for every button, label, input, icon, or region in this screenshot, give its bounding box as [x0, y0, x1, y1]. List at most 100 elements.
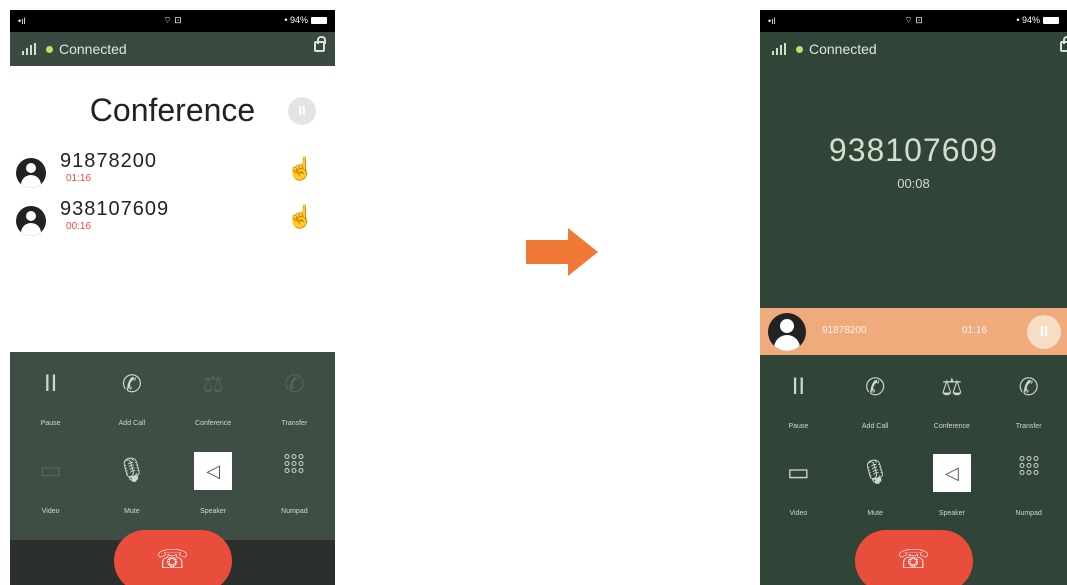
- battery-level: • 94%: [284, 15, 308, 25]
- resume-call-button[interactable]: II: [1027, 315, 1061, 349]
- microphone-muted-icon: 🎙: [116, 457, 148, 484]
- participant-duration: 01:16: [66, 173, 92, 184]
- speaker-button[interactable]: ◁ Speaker: [914, 448, 991, 541]
- button-label: Numpad: [281, 508, 308, 515]
- conference-button[interactable]: ⚖ Conference: [914, 355, 991, 448]
- wifi-icon: ⌔ ⊡: [904, 15, 923, 25]
- transfer-button[interactable]: ✆ Transfer: [990, 355, 1067, 448]
- hand-icon[interactable]: ☝: [287, 156, 314, 182]
- button-label: Add Call: [118, 420, 146, 427]
- battery-icon: [1043, 16, 1059, 24]
- avatar-icon: [16, 206, 46, 236]
- mute-button[interactable]: 🎙 Mute: [91, 446, 172, 540]
- speaker-button[interactable]: ◁ Speaker: [173, 446, 254, 540]
- button-label: Video: [41, 508, 60, 515]
- signal-icon: •ıl: [768, 16, 776, 26]
- numpad-button[interactable]: Numpad: [990, 448, 1067, 541]
- participant-duration: 00:16: [66, 221, 92, 232]
- hand-icon[interactable]: ☝: [287, 204, 314, 230]
- status-bar: •ıl ⌔ ⊡ • 94%: [10, 10, 335, 32]
- video-button[interactable]: ▭ Video: [760, 448, 837, 541]
- held-call-duration: 01:16: [962, 325, 988, 336]
- connection-status: Connected: [809, 41, 877, 57]
- active-call-screen: •ıl ⌔ ⊡ • 94% Connected 938107609 00:08 …: [760, 10, 1067, 585]
- transfer-icon: ✆: [1018, 374, 1039, 401]
- video-icon: ▭: [787, 458, 810, 486]
- arrow-right-icon: [526, 228, 598, 276]
- keypad-icon: [284, 454, 304, 473]
- button-label: Speaker: [938, 509, 965, 517]
- end-call-bar: ☏: [760, 530, 1067, 585]
- pause-icon: II: [43, 370, 58, 397]
- conference-screen: •ıl ⌔ ⊡ • 94% Connected Conference II 91…: [10, 10, 335, 585]
- button-label: Speaker: [200, 508, 227, 515]
- pause-conference-button[interactable]: II: [288, 97, 316, 125]
- button-label: Transfer: [281, 420, 308, 427]
- status-bar: •ıl ⌔ ⊡ • 94%: [760, 10, 1067, 32]
- hang-up-icon: ☏: [897, 544, 930, 574]
- button-label: Video: [789, 509, 808, 517]
- button-label: Conference: [933, 423, 970, 430]
- numpad-button[interactable]: Numpad: [254, 446, 335, 540]
- wifi-icon: ⌔ ⊡: [163, 15, 182, 25]
- speaker-icon: ◁: [194, 452, 233, 490]
- button-label: Conference: [195, 420, 232, 427]
- mute-button[interactable]: 🎙 Mute: [837, 448, 914, 541]
- transfer-icon: ✆: [284, 371, 305, 398]
- participant-number: 91878200: [60, 150, 157, 172]
- button-label: Pause: [788, 423, 809, 430]
- button-label: Mute: [867, 509, 883, 517]
- end-call-bar: ☏: [10, 530, 335, 585]
- call-duration: 00:08: [897, 176, 930, 191]
- page-title: Conference: [89, 92, 256, 128]
- add-call-icon: ✆: [865, 374, 886, 401]
- avatar-icon: [16, 158, 46, 188]
- connection-status: Connected: [59, 41, 127, 57]
- button-label: Pause: [40, 420, 61, 427]
- button-label: Numpad: [1015, 509, 1042, 517]
- pause-button[interactable]: II Pause: [760, 355, 837, 448]
- signal-strength-icon: [22, 43, 36, 55]
- avatar-icon: [768, 313, 806, 351]
- add-call-button[interactable]: ✆ Add Call: [837, 355, 914, 448]
- video-button[interactable]: ▭ Video: [10, 446, 91, 540]
- hang-up-icon: ☏: [156, 544, 189, 574]
- hang-up-button[interactable]: ☏: [113, 530, 232, 585]
- video-icon: ▭: [39, 457, 62, 484]
- connected-dot-icon: [46, 45, 53, 53]
- transfer-button[interactable]: ✆ Transfer: [254, 352, 335, 446]
- battery-indicator: • 94%: [284, 15, 327, 25]
- hang-up-button[interactable]: ☏: [854, 530, 973, 585]
- call-controls: II Pause ✆ Add Call ⚖ Conference ✆ Trans…: [760, 355, 1067, 540]
- microphone-muted-icon: 🎙: [859, 458, 891, 486]
- button-label: Transfer: [1015, 423, 1042, 430]
- connection-bar: Connected: [760, 32, 1067, 66]
- pause-button[interactable]: II Pause: [10, 352, 91, 446]
- connected-dot-icon: [796, 45, 803, 53]
- button-label: Add Call: [861, 423, 889, 430]
- held-call-number: 91878200: [822, 325, 867, 336]
- call-controls: II Pause ✆ Add Call ⚖ Conference ✆ Trans…: [10, 352, 335, 540]
- participant-row[interactable]: 938107609 00:16 ☝: [16, 194, 335, 238]
- battery-icon: [311, 16, 327, 24]
- button-label: Mute: [124, 508, 140, 515]
- signal-strength-icon: [772, 43, 786, 55]
- lock-icon[interactable]: [314, 36, 326, 52]
- add-call-button[interactable]: ✆ Add Call: [91, 352, 172, 446]
- add-call-icon: ✆: [121, 371, 142, 398]
- pause-icon: II: [791, 373, 806, 400]
- held-call-bar[interactable]: 91878200 01:16 II: [760, 308, 1067, 356]
- connection-bar: Connected: [10, 32, 335, 66]
- conference-icon: ⚖: [941, 374, 963, 401]
- conference-icon: ⚖: [202, 371, 224, 398]
- speaker-icon: ◁: [932, 453, 971, 492]
- signal-icon: •ıl: [18, 16, 26, 26]
- battery-level: • 94%: [1016, 15, 1040, 25]
- participant-number: 938107609: [60, 198, 170, 220]
- battery-indicator: • 94%: [1016, 15, 1059, 25]
- participant-row[interactable]: 91878200 01:16 ☝: [16, 146, 335, 190]
- lock-icon[interactable]: [1060, 36, 1067, 52]
- caller-number: 938107609: [828, 132, 999, 168]
- conference-button[interactable]: ⚖ Conference: [173, 352, 254, 446]
- keypad-icon: [1019, 455, 1039, 475]
